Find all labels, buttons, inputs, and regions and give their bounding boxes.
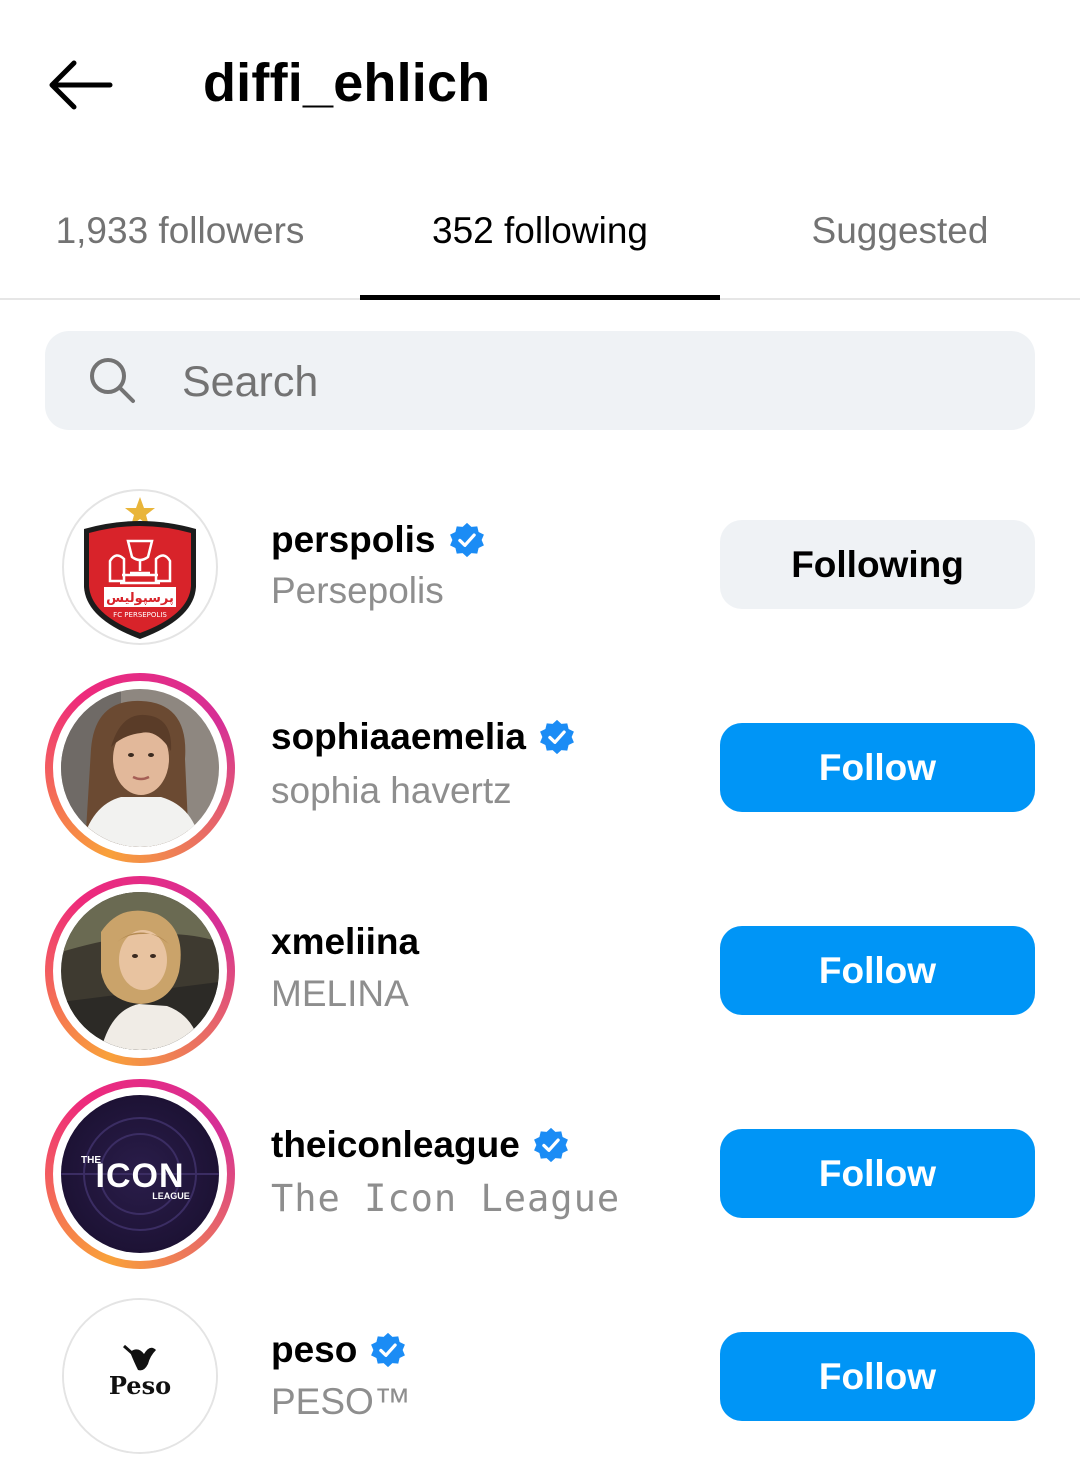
list-item[interactable]: THE ICON LEAGUE theiconleague The Icon L…: [0, 1069, 1080, 1272]
avatar: [61, 689, 219, 847]
profile-photo-icon: [61, 892, 219, 1050]
icon-league-logo-icon: THE ICON LEAGUE: [61, 1095, 219, 1253]
list-item[interactable]: xmeliina MELINA Follow: [0, 866, 1080, 1069]
search-input[interactable]: [180, 346, 1004, 418]
full-name: Persepolis: [271, 570, 444, 611]
full-name: MELINA: [271, 973, 409, 1014]
story-ring[interactable]: [45, 673, 235, 863]
persepolis-crest-subtext: FC PERSEPOLIS: [113, 611, 167, 619]
username-text: sophiaaemelia: [271, 716, 527, 757]
peso-logo-text: Peso: [109, 1371, 171, 1400]
verified-badge-icon: [449, 522, 484, 558]
arrow-left-icon: [49, 60, 113, 110]
page-title: diffi_ehlich: [203, 53, 491, 113]
list-item[interactable]: sophiaaemelia sophia havertz Follow: [0, 663, 1080, 866]
avatar: THE ICON LEAGUE: [61, 1095, 219, 1253]
username[interactable]: peso: [271, 1328, 407, 1372]
logo-text-sub: LEAGUE: [152, 1191, 190, 1201]
tab-suggested[interactable]: Suggested: [720, 190, 1080, 298]
verified-badge-icon: [533, 1127, 568, 1163]
username-text: perspolis: [271, 519, 436, 560]
verified-badge-icon: [371, 1332, 406, 1368]
tab-bar: 1,933 followers 352 following Suggested: [0, 190, 1080, 300]
verified-badge-icon: [540, 719, 574, 755]
avatar[interactable]: پرسپولیس FC PERSEPOLIS: [62, 489, 218, 645]
story-ring[interactable]: THE ICON LEAGUE: [45, 1079, 235, 1269]
follow-button[interactable]: Follow: [720, 1129, 1035, 1218]
username[interactable]: xmeliina: [271, 920, 419, 964]
persepolis-crest-icon: پرسپولیس FC PERSEPOLIS: [84, 497, 196, 639]
tab-following[interactable]: 352 following: [360, 190, 720, 298]
avatar[interactable]: Peso: [62, 1298, 218, 1454]
top-bar: diffi_ehlich: [0, 0, 1080, 170]
active-tab-indicator: [360, 295, 720, 300]
search-icon: [90, 358, 135, 403]
follow-button[interactable]: Follow: [720, 723, 1035, 812]
username-text: theiconleague: [271, 1124, 520, 1165]
profile-photo-icon: [61, 689, 219, 847]
username-text: peso: [271, 1329, 358, 1370]
username[interactable]: sophiaaemelia: [271, 715, 576, 759]
follow-button[interactable]: Follow: [720, 926, 1035, 1015]
persepolis-crest-text: پرسپولیس: [106, 591, 174, 606]
avatar: [61, 892, 219, 1050]
follow-button[interactable]: Follow: [720, 1332, 1035, 1421]
full-name: The Icon League: [271, 1177, 621, 1220]
list-item[interactable]: پرسپولیس FC PERSEPOLIS perspolis Persepo…: [0, 466, 1080, 669]
full-name: sophia havertz: [271, 770, 512, 811]
story-ring[interactable]: [45, 876, 235, 1066]
list-item[interactable]: Peso peso PESO™ Follow: [0, 1272, 1080, 1475]
full-name: PESO™: [271, 1381, 411, 1422]
username[interactable]: perspolis: [271, 518, 486, 562]
following-button[interactable]: Following: [720, 520, 1035, 609]
username[interactable]: theiconleague: [271, 1123, 570, 1167]
username-text: xmeliina: [271, 921, 420, 962]
peso-logo-icon: Peso: [64, 1300, 216, 1452]
back-button[interactable]: [40, 50, 120, 120]
logo-text-big: ICON: [96, 1157, 185, 1195]
tab-followers[interactable]: 1,933 followers: [0, 190, 360, 298]
